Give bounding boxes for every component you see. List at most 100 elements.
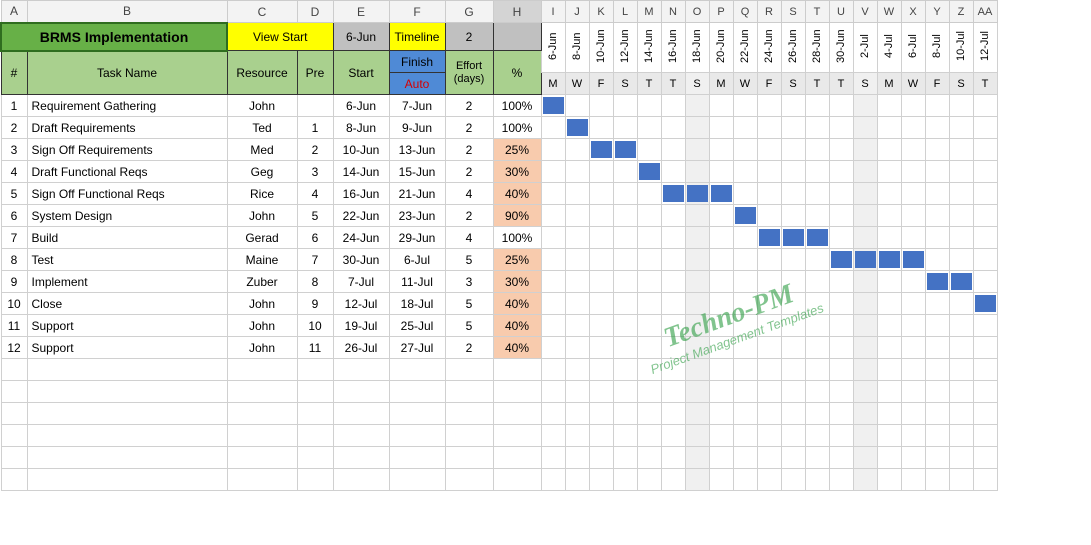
gantt-cell[interactable] — [541, 271, 565, 293]
empty-cell[interactable] — [877, 381, 901, 403]
task-start[interactable]: 12-Jul — [333, 293, 389, 315]
col-header[interactable]: U — [829, 1, 853, 23]
gantt-cell[interactable] — [853, 227, 877, 249]
gantt-cell[interactable] — [973, 315, 997, 337]
empty-cell[interactable] — [805, 403, 829, 425]
empty-cell[interactable] — [493, 447, 541, 469]
gantt-cell[interactable] — [925, 293, 949, 315]
gantt-cell[interactable] — [973, 227, 997, 249]
empty-cell[interactable] — [589, 425, 613, 447]
empty-cell[interactable] — [877, 447, 901, 469]
gantt-cell[interactable] — [757, 139, 781, 161]
empty-cell[interactable] — [227, 469, 297, 491]
gantt-cell[interactable] — [973, 337, 997, 359]
view-start-date[interactable]: 6-Jun — [333, 23, 389, 51]
gantt-cell[interactable] — [589, 161, 613, 183]
task-pre[interactable]: 7 — [297, 249, 333, 271]
gantt-cell[interactable] — [733, 205, 757, 227]
empty-cell[interactable] — [493, 381, 541, 403]
gantt-cell[interactable] — [637, 95, 661, 117]
gantt-cell[interactable] — [685, 293, 709, 315]
col-header[interactable]: D — [297, 1, 333, 23]
empty-cell[interactable] — [685, 469, 709, 491]
empty-cell[interactable] — [1, 403, 27, 425]
task-pct[interactable]: 40% — [493, 293, 541, 315]
gantt-cell[interactable] — [805, 271, 829, 293]
gantt-cell[interactable] — [661, 183, 685, 205]
gantt-cell[interactable] — [781, 227, 805, 249]
gantt-cell[interactable] — [877, 117, 901, 139]
task-name[interactable]: Close — [27, 293, 227, 315]
gantt-cell[interactable] — [589, 249, 613, 271]
task-pre[interactable] — [297, 95, 333, 117]
gantt-cell[interactable] — [757, 315, 781, 337]
gantt-cell[interactable] — [565, 315, 589, 337]
gantt-cell[interactable] — [901, 227, 925, 249]
empty-cell[interactable] — [685, 425, 709, 447]
date-header[interactable]: 6-Jul — [901, 23, 925, 73]
empty-cell[interactable] — [333, 469, 389, 491]
empty-cell[interactable] — [781, 425, 805, 447]
task-pct[interactable]: 25% — [493, 249, 541, 271]
col-header[interactable]: O — [685, 1, 709, 23]
gantt-cell[interactable] — [541, 337, 565, 359]
empty-cell[interactable] — [613, 469, 637, 491]
gantt-cell[interactable] — [829, 117, 853, 139]
gantt-cell[interactable] — [925, 249, 949, 271]
gantt-cell[interactable] — [685, 271, 709, 293]
empty-cell[interactable] — [1, 447, 27, 469]
gantt-cell[interactable] — [589, 337, 613, 359]
empty-cell[interactable] — [853, 381, 877, 403]
gantt-cell[interactable] — [709, 139, 733, 161]
gantt-cell[interactable] — [805, 161, 829, 183]
gantt-cell[interactable] — [853, 161, 877, 183]
gantt-cell[interactable] — [709, 205, 733, 227]
gantt-cell[interactable] — [661, 315, 685, 337]
gantt-cell[interactable] — [565, 293, 589, 315]
day-header[interactable]: S — [949, 73, 973, 95]
empty-cell[interactable] — [949, 469, 973, 491]
hdr-finish[interactable]: Finish — [389, 51, 445, 73]
col-header[interactable]: M — [637, 1, 661, 23]
empty-cell[interactable] — [613, 403, 637, 425]
empty-cell[interactable] — [973, 425, 997, 447]
gantt-cell[interactable] — [853, 249, 877, 271]
empty-cell[interactable] — [685, 359, 709, 381]
task-effort[interactable]: 2 — [445, 337, 493, 359]
gantt-cell[interactable] — [709, 227, 733, 249]
empty-cell[interactable] — [901, 403, 925, 425]
gantt-cell[interactable] — [589, 227, 613, 249]
task-start[interactable]: 22-Jun — [333, 205, 389, 227]
gantt-cell[interactable] — [781, 139, 805, 161]
gantt-cell[interactable] — [925, 205, 949, 227]
gantt-cell[interactable] — [589, 139, 613, 161]
empty-cell[interactable] — [877, 359, 901, 381]
gantt-cell[interactable] — [685, 117, 709, 139]
empty-cell[interactable] — [565, 381, 589, 403]
date-header[interactable]: 20-Jun — [709, 23, 733, 73]
empty-cell[interactable] — [973, 359, 997, 381]
gantt-cell[interactable] — [781, 95, 805, 117]
empty-cell[interactable] — [27, 403, 227, 425]
gantt-cell[interactable] — [949, 227, 973, 249]
gantt-cell[interactable] — [757, 95, 781, 117]
empty-cell[interactable] — [685, 403, 709, 425]
hdr-auto[interactable]: Auto — [389, 73, 445, 95]
empty-cell[interactable] — [637, 359, 661, 381]
col-header[interactable]: F — [389, 1, 445, 23]
gantt-cell[interactable] — [781, 205, 805, 227]
gantt-cell[interactable] — [901, 293, 925, 315]
task-effort[interactable]: 4 — [445, 183, 493, 205]
gantt-cell[interactable] — [733, 271, 757, 293]
gantt-cell[interactable] — [565, 183, 589, 205]
empty-cell[interactable] — [901, 425, 925, 447]
gantt-cell[interactable] — [925, 227, 949, 249]
task-name[interactable]: Requirement Gathering — [27, 95, 227, 117]
gantt-cell[interactable] — [565, 205, 589, 227]
gantt-cell[interactable] — [877, 293, 901, 315]
gantt-cell[interactable] — [757, 249, 781, 271]
task-name[interactable]: System Design — [27, 205, 227, 227]
gantt-cell[interactable] — [565, 337, 589, 359]
col-header[interactable]: AA — [973, 1, 997, 23]
gantt-cell[interactable] — [829, 183, 853, 205]
